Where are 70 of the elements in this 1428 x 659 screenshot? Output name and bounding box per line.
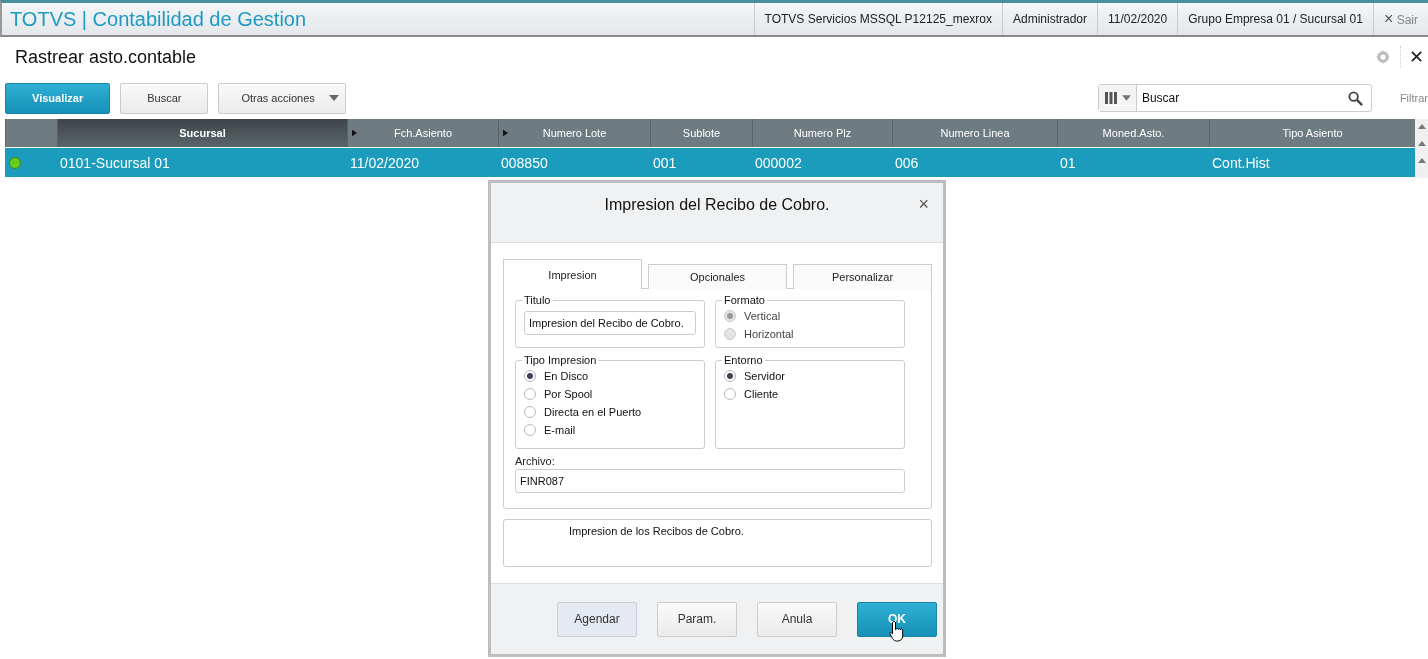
option-label: Cliente — [744, 388, 779, 400]
scroll-up-icon[interactable] — [1417, 158, 1426, 163]
group-label: Formato — [723, 294, 766, 306]
column-header[interactable]: Moned.Asto. — [1057, 119, 1209, 147]
tab[interactable]: Impresion — [503, 259, 642, 289]
table-cell-text: Cont.Hist — [1211, 153, 1271, 173]
option-label: E-mail — [544, 424, 576, 436]
close-button[interactable]: × — [912, 193, 935, 216]
radio-button[interactable] — [524, 406, 536, 418]
columns-icon — [1103, 91, 1118, 105]
scroll-up-icon[interactable] — [1417, 141, 1426, 146]
table-cell-text: 001 — [652, 153, 678, 173]
header-info: Grupo Empresa 01 / Sucursal 01 — [1177, 3, 1373, 35]
dialog-button[interactable]: Anula — [757, 601, 837, 637]
actions-dropdown[interactable]: Otras acciones — [218, 82, 346, 114]
header-info: 11/02/2020 — [1097, 3, 1178, 35]
column-header — [5, 119, 57, 147]
exit-button[interactable]: × Sair — [1372, 3, 1428, 35]
radio-button[interactable] — [524, 370, 536, 382]
header-info: TOTVS Servicios MSSQL P12125_mexrox — [753, 3, 1002, 35]
dialog-title: Impresion del Recibo de Cobro. — [604, 196, 830, 213]
expand-arrow-icon[interactable] — [352, 129, 357, 137]
header-info: Administrador — [1002, 3, 1098, 35]
radio-button[interactable] — [724, 370, 736, 382]
field-label: Archivo: — [515, 455, 556, 467]
table-cell-text: 01 — [1059, 153, 1077, 173]
caret-icon — [1121, 95, 1131, 101]
scrollbar[interactable] — [1415, 119, 1428, 178]
scroll-up-icon[interactable] — [1417, 124, 1426, 129]
column-header[interactable]: Numero Linea — [892, 119, 1057, 147]
table-cell-text: 008850 — [500, 153, 549, 173]
option-label: Horizontal — [744, 328, 794, 340]
option-label: Directa en el Puerto — [544, 406, 642, 418]
filter-link[interactable]: Filtrar — [1399, 92, 1428, 104]
tab[interactable]: Opcionales — [648, 264, 787, 289]
option-label: En Disco — [544, 370, 589, 382]
search-field[interactable]: Buscar — [1097, 84, 1372, 112]
search-icon[interactable] — [1347, 90, 1363, 106]
tab[interactable]: Personalizar — [793, 264, 932, 289]
table-cell-text: 0101-Sucursal 01 — [59, 153, 171, 173]
column-header[interactable]: Sublote — [650, 119, 752, 147]
table-cell-text: 000002 — [754, 153, 803, 173]
radio-button[interactable] — [524, 388, 536, 400]
group-label: Entorno — [723, 354, 764, 366]
dialog-button[interactable]: Param. — [657, 601, 737, 637]
column-header[interactable]: Numero Lote — [498, 119, 650, 147]
column-header[interactable]: Tipo Asiento — [1209, 119, 1415, 147]
option-label: Por Spool — [544, 388, 593, 400]
group-label: Titulo — [523, 294, 552, 306]
column-header[interactable]: Sucursal — [57, 119, 347, 147]
radio-button[interactable] — [724, 388, 736, 400]
option-label: Servidor — [744, 370, 785, 382]
table-cell-text: 11/02/2020 — [349, 153, 421, 173]
dialog-button[interactable]: Agendar — [557, 601, 637, 637]
toolbar-button[interactable]: Buscar — [120, 82, 209, 114]
option-label: Vertical — [744, 310, 781, 322]
file-field[interactable]: FINR087 — [515, 469, 905, 493]
close-button[interactable]: ✕ — [1400, 46, 1428, 68]
description-text: Impresion de los Recibos de Cobro. — [569, 525, 744, 537]
column-header[interactable]: Fch.Asiento — [347, 119, 498, 147]
caret-icon — [328, 95, 339, 101]
radio-button[interactable] — [524, 424, 536, 436]
group-label: Tipo Impresion — [523, 354, 598, 366]
expand-arrow-icon[interactable] — [503, 129, 508, 137]
columns-selector[interactable] — [1098, 85, 1137, 111]
column-header[interactable]: Numero Plz — [752, 119, 892, 147]
table-cell-text: 006 — [894, 153, 920, 173]
title-field[interactable]: Impresion del Recibo de Cobro. — [524, 311, 696, 335]
app-title: TOTVS | Contabilidad de Gestion — [9, 7, 307, 31]
page-title: Rastrear asto.contable — [15, 46, 197, 68]
